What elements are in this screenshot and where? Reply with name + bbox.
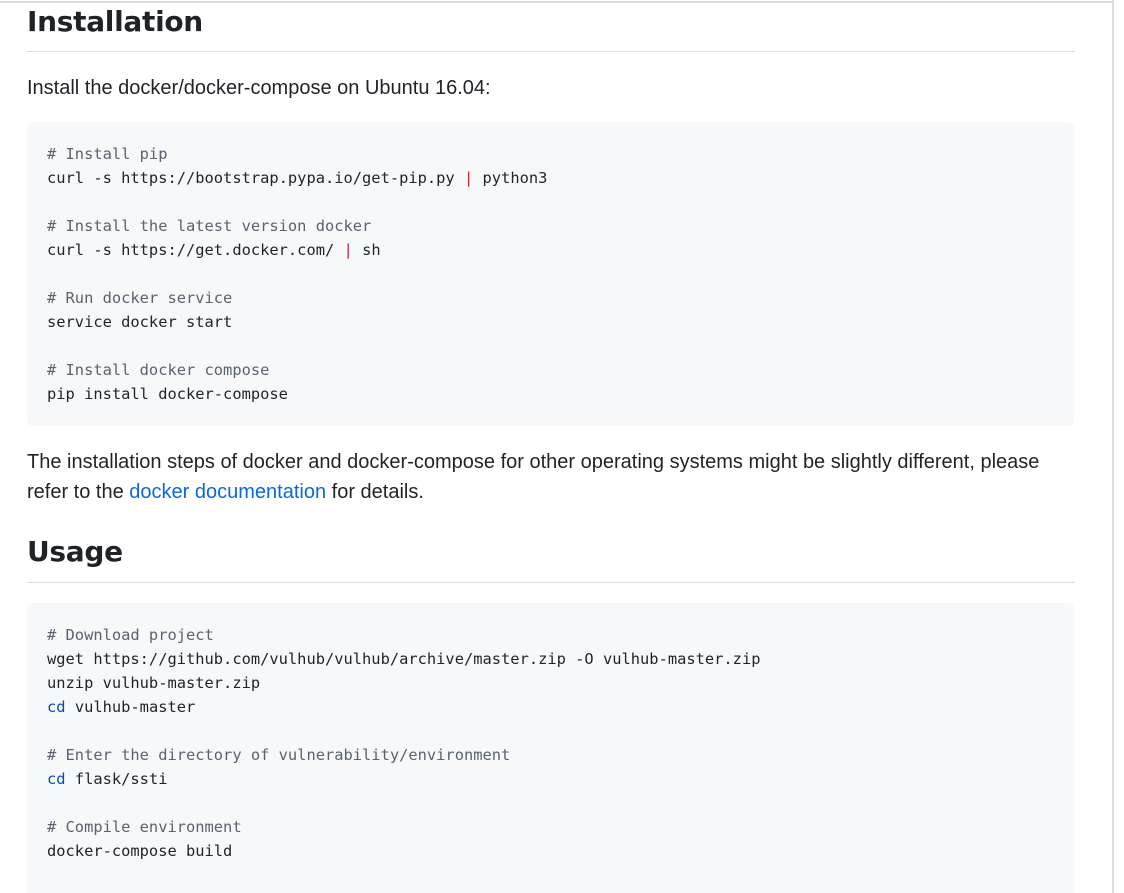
code-comment: # Install the latest version docker bbox=[47, 217, 372, 235]
code-comment: # Install docker compose bbox=[47, 361, 270, 379]
code-line: wget https://github.com/vulhub/vulhub/ar… bbox=[47, 650, 761, 668]
install-code-block[interactable]: # Install pip curl -s https://bootstrap.p… bbox=[27, 122, 1074, 426]
code-line: docker-compose build bbox=[47, 842, 233, 860]
code-line: unzip vulhub-master.zip bbox=[47, 674, 261, 692]
usage-heading: Usage bbox=[27, 535, 123, 568]
top-border bbox=[0, 1, 1112, 3]
pipe-operator: | bbox=[463, 169, 474, 187]
cd-keyword: cd bbox=[47, 698, 66, 716]
scrollbar-track[interactable] bbox=[1112, 0, 1114, 893]
code-comment: # Compile environment bbox=[47, 818, 242, 836]
usage-code-block[interactable]: # Download project wget https://github.co… bbox=[27, 603, 1074, 893]
code-line: curl -s https://get.docker.com/ | sh bbox=[47, 241, 381, 259]
code-comment: # Run docker service bbox=[47, 289, 233, 307]
docker-documentation-link[interactable]: docker documentation bbox=[129, 481, 326, 503]
code-line: service docker start bbox=[47, 313, 233, 331]
pipe-operator: | bbox=[343, 241, 353, 259]
code-line: cd vulhub-master bbox=[47, 698, 196, 716]
installation-note: The installation steps of docker and doc… bbox=[27, 451, 1040, 503]
code-line: curl -s https://bootstrap.pypa.io/get-pi… bbox=[47, 169, 548, 187]
installation-heading-wrap: Installation bbox=[27, 4, 1075, 52]
code-line: cd flask/ssti bbox=[47, 770, 168, 788]
code-comment: # Download project bbox=[47, 626, 214, 644]
install-code: # Install pip curl -s https://bootstrap.p… bbox=[27, 122, 1074, 406]
usage-heading-wrap: Usage bbox=[27, 534, 1075, 583]
usage-code: # Download project wget https://github.co… bbox=[27, 603, 1074, 863]
installation-intro: Install the docker/docker-compose on Ubu… bbox=[27, 77, 491, 99]
cd-keyword: cd bbox=[47, 770, 66, 788]
code-line: pip install docker-compose bbox=[47, 385, 288, 403]
code-comment: # Install pip bbox=[47, 145, 168, 163]
installation-heading: Installation bbox=[27, 5, 203, 38]
code-comment: # Enter the directory of vulnerability/e… bbox=[47, 746, 511, 764]
